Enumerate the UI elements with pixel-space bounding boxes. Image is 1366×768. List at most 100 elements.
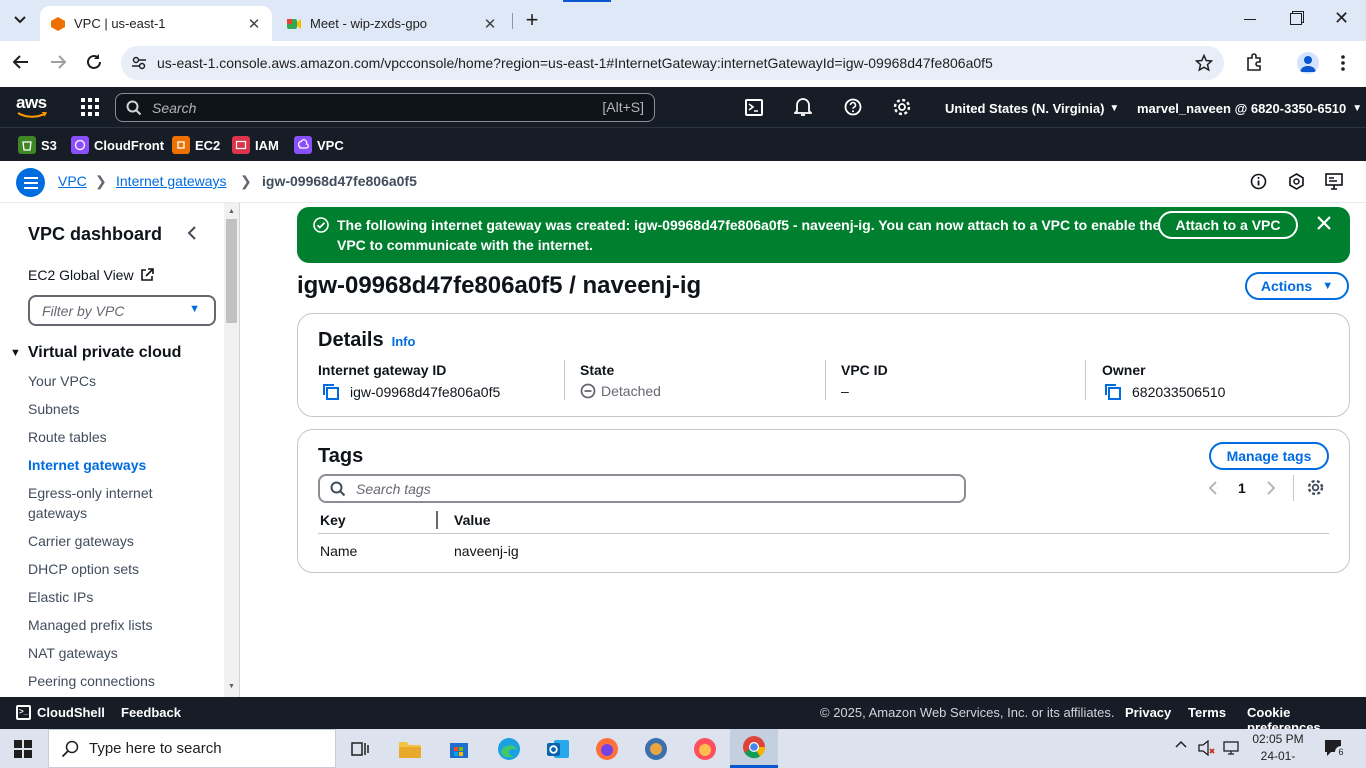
chrome-icon[interactable] — [730, 729, 778, 768]
favorite-s3[interactable]: S3 — [18, 135, 57, 155]
filter-by-vpc-select[interactable]: Filter by VPC ▼ — [28, 295, 216, 326]
browser-tab-vpc[interactable]: VPC | us-east-1 ✕ — [40, 6, 272, 41]
sidebar-scrollbar[interactable]: ▲ ▼ — [224, 203, 239, 697]
ec2-icon — [172, 136, 190, 154]
notifications-icon[interactable] — [794, 97, 812, 117]
info-link[interactable]: Info — [392, 334, 416, 349]
browser-tab-meet[interactable]: Meet - wip-zxds-gpo ✕ — [276, 6, 508, 41]
aws-search-input[interactable]: Search [Alt+S] — [115, 93, 655, 122]
volume-muted-icon[interactable] — [1198, 740, 1216, 756]
scroll-up-arrow-icon[interactable]: ▲ — [228, 208, 235, 215]
close-tab-icon[interactable]: ✕ — [482, 16, 498, 33]
services-menu-button[interactable] — [81, 98, 99, 116]
clock[interactable]: 02:05 PM 24-01-2025 — [1250, 731, 1306, 768]
outlook-icon[interactable] — [543, 734, 573, 764]
feedback-link[interactable]: Feedback — [121, 705, 181, 720]
sidebar-item-carrier-gateways[interactable]: Carrier gateways — [28, 533, 134, 549]
table-preferences-icon[interactable] — [1307, 479, 1324, 496]
forward-button[interactable] — [49, 53, 69, 73]
sidebar-item-subnets[interactable]: Subnets — [28, 401, 79, 417]
sidebar-item-dhcp-option-sets[interactable]: DHCP option sets — [28, 561, 139, 577]
feedback-panel-icon[interactable] — [1325, 173, 1343, 190]
close-tab-icon[interactable]: ✕ — [246, 16, 262, 33]
start-button[interactable] — [14, 740, 32, 758]
network-icon[interactable] — [1222, 740, 1240, 756]
firefox-icon[interactable] — [592, 734, 622, 764]
favorite-vpc[interactable]: VPC — [294, 135, 344, 155]
terms-link[interactable]: Terms — [1188, 705, 1226, 720]
favorite-ec2[interactable]: EC2 — [172, 135, 220, 155]
sidebar-item-your-vpcs[interactable]: Your VPCs — [28, 373, 96, 389]
task-view-icon[interactable] — [345, 734, 375, 764]
ec2-global-view-link[interactable]: EC2 Global View — [28, 267, 154, 283]
region-selector[interactable]: United States (N. Virginia) ▼ — [945, 99, 1119, 117]
profile-avatar[interactable] — [1297, 52, 1319, 74]
chevron-left-icon[interactable] — [1208, 480, 1218, 496]
cloudshell-icon[interactable] — [745, 99, 763, 116]
column-header-value[interactable]: Value — [454, 512, 491, 528]
actions-dropdown-button[interactable]: Actions ▼ — [1245, 272, 1349, 300]
sidebar-item-managed-prefix-lists[interactable]: Managed prefix lists — [28, 617, 153, 633]
copy-icon[interactable] — [322, 383, 340, 401]
column-header-key[interactable]: Key — [320, 512, 346, 528]
sidebar-item-peering-connections[interactable]: Peering connections — [28, 673, 155, 689]
bookmark-star-icon[interactable] — [1195, 54, 1213, 72]
sidebar-item-egress-only-internet-gateways-line2[interactable]: gateways — [28, 505, 87, 521]
edge-browser-icon[interactable] — [494, 734, 524, 764]
sidebar-item-route-tables[interactable]: Route tables — [28, 429, 107, 445]
favorite-iam[interactable]: IAM — [232, 135, 279, 155]
manage-tags-button[interactable]: Manage tags — [1209, 442, 1329, 470]
reload-button[interactable] — [85, 53, 105, 73]
sidebar-item-elastic-ips[interactable]: Elastic IPs — [28, 589, 93, 605]
sidebar-item-egress-only-internet-gateways[interactable]: Egress-only internet — [28, 485, 153, 501]
details-heading: Details Info — [318, 329, 415, 352]
dismiss-flash-icon[interactable] — [1316, 215, 1332, 231]
url-text: us-east-1.console.aws.amazon.com/vpccons… — [157, 55, 993, 71]
close-window-button[interactable]: ✕ — [1334, 8, 1354, 30]
notification-center-icon[interactable]: 6 — [1324, 739, 1347, 758]
browser-menu-icon[interactable] — [1340, 54, 1346, 72]
breadcrumb-internet-gateways[interactable]: Internet gateways — [116, 173, 227, 189]
tab-loading-indicator — [563, 0, 611, 2]
side-navigation-toggle[interactable] — [16, 168, 45, 197]
privacy-link[interactable]: Privacy — [1125, 705, 1171, 720]
notifications-panel-icon[interactable] — [1288, 173, 1305, 190]
aws-logo[interactable]: aws — [16, 93, 50, 119]
collapse-sidebar-icon[interactable] — [187, 225, 197, 241]
scrollbar-thumb[interactable] — [226, 219, 237, 323]
caret-down-icon: ▼ — [1109, 102, 1120, 114]
cloudshell-button[interactable]: >_ CloudShell — [16, 705, 105, 720]
app-icon[interactable] — [641, 734, 671, 764]
sidebar-item-nat-gateways[interactable]: NAT gateways — [28, 645, 118, 661]
chevron-right-icon[interactable] — [1266, 480, 1276, 496]
back-button[interactable] — [12, 53, 32, 73]
help-icon[interactable] — [844, 98, 862, 116]
show-hidden-icons-icon[interactable] — [1175, 740, 1187, 748]
current-page-number[interactable]: 1 — [1238, 480, 1246, 496]
info-panel-icon[interactable] — [1250, 173, 1267, 190]
taskbar-search-input[interactable]: Type here to search — [48, 729, 336, 768]
arrow-left-icon — [12, 55, 28, 69]
firefox-icon[interactable] — [690, 734, 720, 764]
tab-search-button[interactable] — [8, 8, 32, 32]
column-resize-handle[interactable] — [436, 511, 438, 529]
sidebar-item-internet-gateways[interactable]: Internet gateways — [28, 457, 146, 473]
microsoft-store-icon[interactable] — [444, 734, 474, 764]
scroll-down-arrow-icon[interactable]: ▼ — [228, 683, 235, 690]
minimize-button[interactable] — [1240, 10, 1260, 30]
sidebar-title[interactable]: VPC dashboard — [28, 224, 162, 245]
breadcrumb-vpc[interactable]: VPC — [58, 173, 87, 189]
file-explorer-icon[interactable] — [395, 734, 425, 764]
search-tags-input[interactable]: Search tags — [318, 474, 966, 503]
restore-button[interactable] — [1290, 13, 1302, 25]
copy-icon[interactable] — [1104, 383, 1122, 401]
favorite-cloudfront[interactable]: CloudFront — [71, 135, 164, 155]
section-virtual-private-cloud[interactable]: ▼ Virtual private cloud — [10, 344, 181, 362]
account-menu[interactable]: marvel_naveen @ 6820-3350-6510 ▼ — [1137, 99, 1362, 117]
address-bar[interactable]: us-east-1.console.aws.amazon.com/vpccons… — [121, 46, 1224, 80]
new-tab-button[interactable]: + — [520, 7, 544, 32]
grid-icon — [81, 98, 99, 116]
attach-to-vpc-button[interactable]: Attach to a VPC — [1158, 211, 1298, 239]
settings-icon[interactable] — [893, 98, 911, 116]
extensions-icon[interactable] — [1245, 53, 1265, 73]
